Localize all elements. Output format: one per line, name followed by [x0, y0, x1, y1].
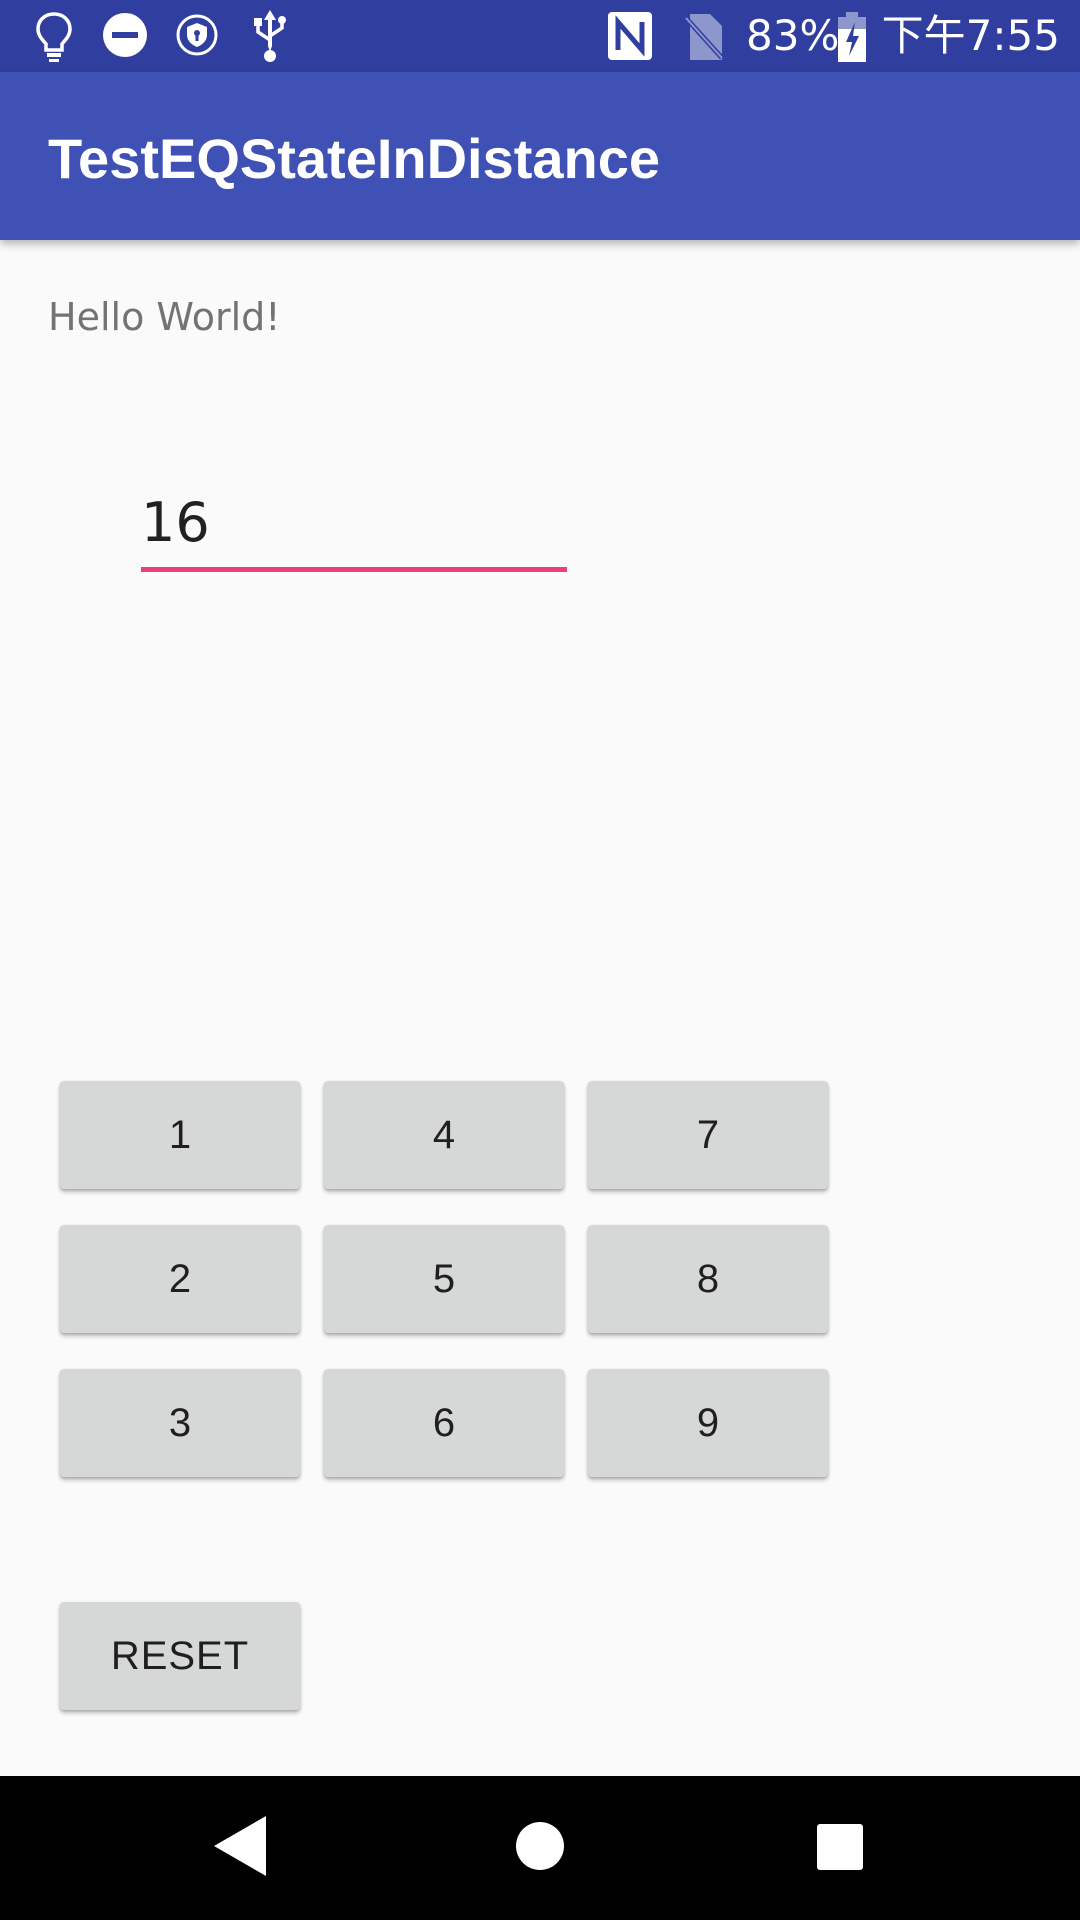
battery-charging-icon: [836, 12, 868, 66]
app-bar: TestEQStateInDistance: [0, 72, 1080, 240]
number-input-underline: [141, 567, 567, 572]
recents-icon[interactable]: [817, 1824, 863, 1874]
vpn-shield-icon: [176, 14, 218, 60]
no-sim-icon: [684, 12, 724, 66]
key-5-button[interactable]: 5: [324, 1225, 564, 1333]
number-input-value[interactable]: 16: [141, 492, 210, 554]
key-4-button[interactable]: 4: [324, 1081, 564, 1189]
key-1-button[interactable]: 1: [60, 1081, 300, 1189]
key-3-button[interactable]: 3: [60, 1369, 300, 1477]
back-icon[interactable]: [212, 1814, 268, 1882]
key-8-button[interactable]: 8: [588, 1225, 828, 1333]
do-not-disturb-icon: [102, 12, 148, 62]
battery-percent: 83%: [746, 11, 840, 60]
key-9-button[interactable]: 9: [588, 1369, 828, 1477]
usb-icon: [250, 8, 290, 68]
reset-button[interactable]: RESET: [60, 1602, 300, 1710]
home-icon[interactable]: [516, 1822, 564, 1874]
lightbulb-icon: [34, 10, 74, 66]
navigation-bar: [0, 1776, 1080, 1920]
key-7-button[interactable]: 7: [588, 1081, 828, 1189]
hello-text: Hello World!: [48, 295, 281, 339]
key-6-button[interactable]: 6: [324, 1369, 564, 1477]
key-2-button[interactable]: 2: [60, 1225, 300, 1333]
number-input[interactable]: 16: [141, 488, 567, 572]
nfc-icon: [606, 10, 654, 66]
app-title: TestEQStateInDistance: [48, 127, 661, 190]
status-bar: 83% 下午7:55: [0, 0, 1080, 72]
status-clock: 下午7:55: [881, 11, 1060, 60]
